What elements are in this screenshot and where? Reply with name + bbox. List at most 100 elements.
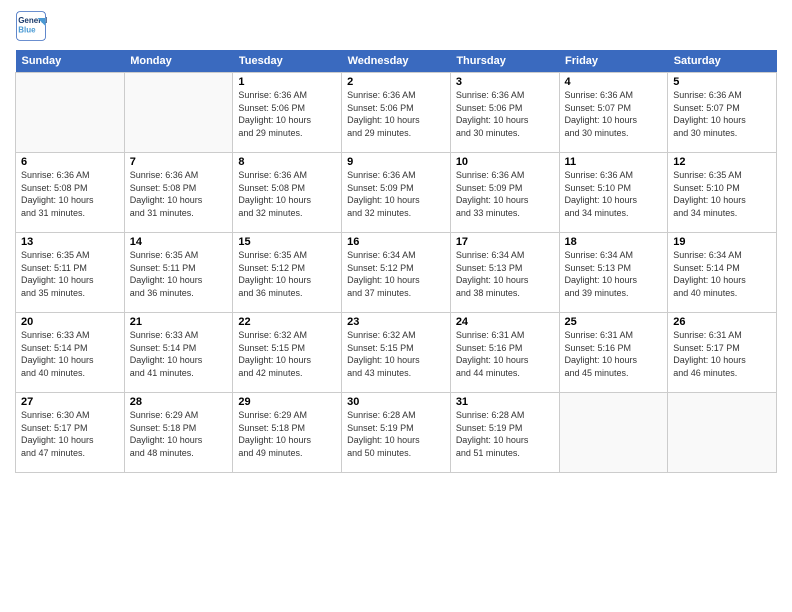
day-info: Sunrise: 6:36 AM Sunset: 5:08 PM Dayligh… [130,169,228,219]
day-number: 26 [673,316,771,328]
day-number: 18 [565,236,663,248]
week-row-4: 20Sunrise: 6:33 AM Sunset: 5:14 PM Dayli… [16,313,777,393]
day-cell: 27Sunrise: 6:30 AM Sunset: 5:17 PM Dayli… [16,393,125,473]
day-number: 30 [347,396,445,408]
day-cell: 4Sunrise: 6:36 AM Sunset: 5:07 PM Daylig… [559,73,668,153]
day-number: 5 [673,76,771,88]
day-info: Sunrise: 6:35 AM Sunset: 5:11 PM Dayligh… [21,249,119,299]
day-cell: 8Sunrise: 6:36 AM Sunset: 5:08 PM Daylig… [233,153,342,233]
day-cell: 11Sunrise: 6:36 AM Sunset: 5:10 PM Dayli… [559,153,668,233]
header: General Blue [15,10,777,42]
day-number: 12 [673,156,771,168]
week-row-1: 1Sunrise: 6:36 AM Sunset: 5:06 PM Daylig… [16,73,777,153]
day-cell: 26Sunrise: 6:31 AM Sunset: 5:17 PM Dayli… [668,313,777,393]
day-number: 28 [130,396,228,408]
day-info: Sunrise: 6:32 AM Sunset: 5:15 PM Dayligh… [347,329,445,379]
day-number: 7 [130,156,228,168]
day-number: 3 [456,76,554,88]
day-info: Sunrise: 6:35 AM Sunset: 5:12 PM Dayligh… [238,249,336,299]
day-number: 22 [238,316,336,328]
day-cell: 17Sunrise: 6:34 AM Sunset: 5:13 PM Dayli… [450,233,559,313]
day-cell: 28Sunrise: 6:29 AM Sunset: 5:18 PM Dayli… [124,393,233,473]
day-cell: 12Sunrise: 6:35 AM Sunset: 5:10 PM Dayli… [668,153,777,233]
day-cell: 18Sunrise: 6:34 AM Sunset: 5:13 PM Dayli… [559,233,668,313]
day-number: 24 [456,316,554,328]
day-cell: 16Sunrise: 6:34 AM Sunset: 5:12 PM Dayli… [342,233,451,313]
day-cell: 22Sunrise: 6:32 AM Sunset: 5:15 PM Dayli… [233,313,342,393]
column-header-monday: Monday [124,50,233,73]
day-number: 23 [347,316,445,328]
day-info: Sunrise: 6:36 AM Sunset: 5:07 PM Dayligh… [565,89,663,139]
day-info: Sunrise: 6:36 AM Sunset: 5:06 PM Dayligh… [456,89,554,139]
day-info: Sunrise: 6:36 AM Sunset: 5:08 PM Dayligh… [238,169,336,219]
day-info: Sunrise: 6:35 AM Sunset: 5:10 PM Dayligh… [673,169,771,219]
day-info: Sunrise: 6:31 AM Sunset: 5:16 PM Dayligh… [565,329,663,379]
day-info: Sunrise: 6:36 AM Sunset: 5:08 PM Dayligh… [21,169,119,219]
day-cell: 31Sunrise: 6:28 AM Sunset: 5:19 PM Dayli… [450,393,559,473]
day-cell: 6Sunrise: 6:36 AM Sunset: 5:08 PM Daylig… [16,153,125,233]
header-row: SundayMondayTuesdayWednesdayThursdayFrid… [16,50,777,73]
day-number: 29 [238,396,336,408]
day-cell: 13Sunrise: 6:35 AM Sunset: 5:11 PM Dayli… [16,233,125,313]
day-cell: 20Sunrise: 6:33 AM Sunset: 5:14 PM Dayli… [16,313,125,393]
day-number: 6 [21,156,119,168]
day-info: Sunrise: 6:36 AM Sunset: 5:09 PM Dayligh… [456,169,554,219]
logo: General Blue [15,10,47,42]
calendar-table: SundayMondayTuesdayWednesdayThursdayFrid… [15,50,777,473]
day-number: 17 [456,236,554,248]
day-cell [559,393,668,473]
day-number: 31 [456,396,554,408]
day-cell: 21Sunrise: 6:33 AM Sunset: 5:14 PM Dayli… [124,313,233,393]
day-info: Sunrise: 6:36 AM Sunset: 5:06 PM Dayligh… [347,89,445,139]
column-header-sunday: Sunday [16,50,125,73]
week-row-2: 6Sunrise: 6:36 AM Sunset: 5:08 PM Daylig… [16,153,777,233]
day-cell [16,73,125,153]
day-cell: 19Sunrise: 6:34 AM Sunset: 5:14 PM Dayli… [668,233,777,313]
day-number: 13 [21,236,119,248]
day-info: Sunrise: 6:36 AM Sunset: 5:09 PM Dayligh… [347,169,445,219]
day-number: 4 [565,76,663,88]
day-number: 21 [130,316,228,328]
day-cell: 3Sunrise: 6:36 AM Sunset: 5:06 PM Daylig… [450,73,559,153]
day-cell: 2Sunrise: 6:36 AM Sunset: 5:06 PM Daylig… [342,73,451,153]
column-header-thursday: Thursday [450,50,559,73]
day-info: Sunrise: 6:29 AM Sunset: 5:18 PM Dayligh… [238,409,336,459]
column-header-saturday: Saturday [668,50,777,73]
day-cell: 10Sunrise: 6:36 AM Sunset: 5:09 PM Dayli… [450,153,559,233]
column-header-friday: Friday [559,50,668,73]
day-info: Sunrise: 6:34 AM Sunset: 5:14 PM Dayligh… [673,249,771,299]
day-cell: 30Sunrise: 6:28 AM Sunset: 5:19 PM Dayli… [342,393,451,473]
day-number: 27 [21,396,119,408]
page: General Blue SundayMondayTuesdayWednesda… [0,0,792,612]
day-info: Sunrise: 6:31 AM Sunset: 5:16 PM Dayligh… [456,329,554,379]
column-header-wednesday: Wednesday [342,50,451,73]
day-number: 8 [238,156,336,168]
day-cell: 15Sunrise: 6:35 AM Sunset: 5:12 PM Dayli… [233,233,342,313]
day-number: 14 [130,236,228,248]
day-info: Sunrise: 6:28 AM Sunset: 5:19 PM Dayligh… [347,409,445,459]
day-cell: 5Sunrise: 6:36 AM Sunset: 5:07 PM Daylig… [668,73,777,153]
day-cell: 14Sunrise: 6:35 AM Sunset: 5:11 PM Dayli… [124,233,233,313]
day-cell: 1Sunrise: 6:36 AM Sunset: 5:06 PM Daylig… [233,73,342,153]
day-cell: 23Sunrise: 6:32 AM Sunset: 5:15 PM Dayli… [342,313,451,393]
day-number: 1 [238,76,336,88]
day-info: Sunrise: 6:28 AM Sunset: 5:19 PM Dayligh… [456,409,554,459]
week-row-3: 13Sunrise: 6:35 AM Sunset: 5:11 PM Dayli… [16,233,777,313]
day-cell: 29Sunrise: 6:29 AM Sunset: 5:18 PM Dayli… [233,393,342,473]
day-info: Sunrise: 6:33 AM Sunset: 5:14 PM Dayligh… [21,329,119,379]
day-cell: 7Sunrise: 6:36 AM Sunset: 5:08 PM Daylig… [124,153,233,233]
day-number: 2 [347,76,445,88]
day-info: Sunrise: 6:36 AM Sunset: 5:06 PM Dayligh… [238,89,336,139]
week-row-5: 27Sunrise: 6:30 AM Sunset: 5:17 PM Dayli… [16,393,777,473]
svg-text:Blue: Blue [18,25,36,34]
day-info: Sunrise: 6:30 AM Sunset: 5:17 PM Dayligh… [21,409,119,459]
day-info: Sunrise: 6:32 AM Sunset: 5:15 PM Dayligh… [238,329,336,379]
day-cell: 9Sunrise: 6:36 AM Sunset: 5:09 PM Daylig… [342,153,451,233]
day-cell [124,73,233,153]
day-number: 10 [456,156,554,168]
day-info: Sunrise: 6:34 AM Sunset: 5:12 PM Dayligh… [347,249,445,299]
day-info: Sunrise: 6:36 AM Sunset: 5:07 PM Dayligh… [673,89,771,139]
day-number: 20 [21,316,119,328]
day-number: 19 [673,236,771,248]
day-info: Sunrise: 6:33 AM Sunset: 5:14 PM Dayligh… [130,329,228,379]
